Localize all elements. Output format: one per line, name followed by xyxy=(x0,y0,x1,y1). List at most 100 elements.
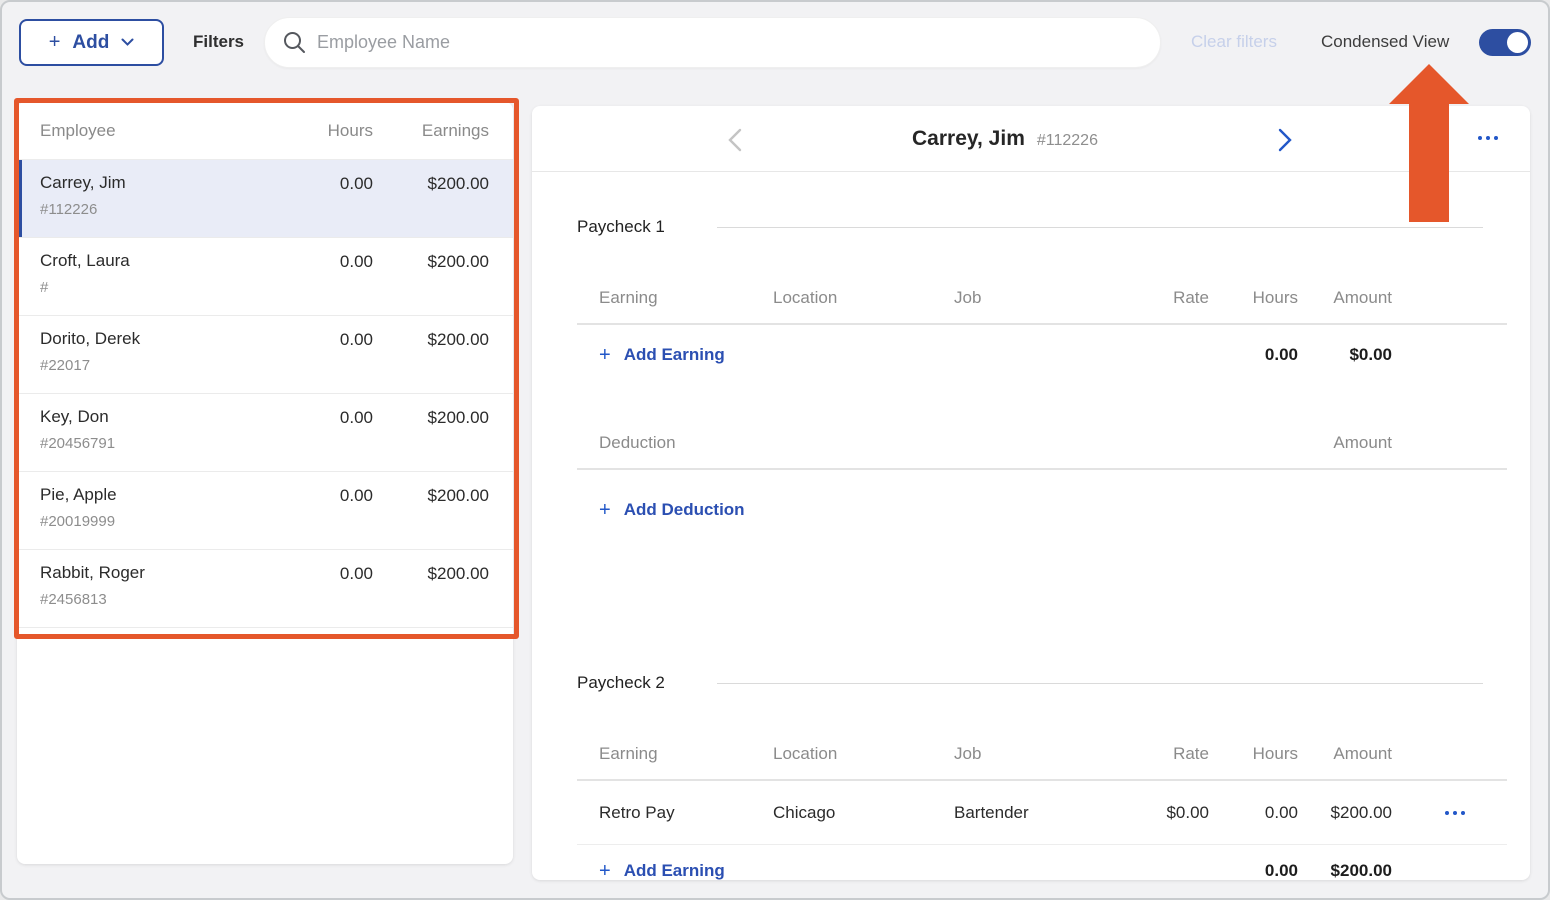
column-deduction: Deduction xyxy=(577,433,1298,453)
employee-name: Dorito, Derek xyxy=(40,329,140,348)
plus-icon: + xyxy=(599,344,611,367)
column-amount: Amount xyxy=(1298,744,1392,764)
chevron-left-icon xyxy=(728,128,742,152)
detail-body: Paycheck 1 Earning Location Job Rate Hou… xyxy=(532,212,1530,880)
detail-title: Carrey, Jim #112226 xyxy=(912,106,1098,172)
earning-row: Retro Pay Chicago Bartender $0.00 0.00 $… xyxy=(577,781,1507,845)
column-earnings: Earnings xyxy=(373,121,489,141)
paycheck1-deduction-header: Deduction Amount xyxy=(577,417,1507,470)
paycheck2-total-amount: $200.00 xyxy=(1298,861,1392,880)
add-button[interactable]: + Add xyxy=(19,19,164,66)
column-earning: Earning xyxy=(577,288,773,308)
column-job: Job xyxy=(954,288,1077,308)
column-hours: Hours xyxy=(1209,288,1298,308)
column-job: Job xyxy=(954,744,1077,764)
paycheck1-earning-header: Earning Location Job Rate Hours Amount xyxy=(577,272,1507,325)
column-amount: Amount xyxy=(1298,433,1392,453)
paycheck2-earning-header: Earning Location Job Rate Hours Amount xyxy=(577,728,1507,781)
employee-name: Carrey, Jim xyxy=(40,173,126,192)
employee-earnings: $200.00 xyxy=(373,407,489,428)
detail-header: Carrey, Jim #112226 xyxy=(532,106,1530,172)
add-earning-button[interactable]: + Add Earning xyxy=(577,344,1209,367)
add-button-label: Add xyxy=(72,32,109,54)
detail-employee-name: Carrey, Jim xyxy=(912,127,1025,151)
employee-row[interactable]: Carrey, Jim #112226 0.00 $200.00 xyxy=(17,160,513,238)
search-input[interactable] xyxy=(317,32,1140,53)
paycheck1-total-amount: $0.00 xyxy=(1298,345,1392,365)
employee-list-header: Employee Hours Earnings xyxy=(17,102,513,160)
column-amount: Amount xyxy=(1298,288,1392,308)
employee-id: # xyxy=(40,279,273,296)
paycheck2-title: Paycheck 2 xyxy=(577,673,665,693)
plus-icon: + xyxy=(49,31,61,54)
employee-row[interactable]: Key, Don #20456791 0.00 $200.00 xyxy=(17,394,513,472)
employee-id: #20019999 xyxy=(40,513,273,530)
employee-id: #112226 xyxy=(40,201,273,218)
filters-label: Filters xyxy=(193,32,244,52)
column-employee: Employee xyxy=(40,121,273,141)
employee-hours: 0.00 xyxy=(273,251,373,272)
more-options-icon xyxy=(1478,136,1482,140)
employee-name: Key, Don xyxy=(40,407,109,426)
employee-hours: 0.00 xyxy=(273,173,373,194)
paycheck1-deduction-row: + Add Deduction xyxy=(577,470,1507,550)
search-icon xyxy=(283,31,306,54)
plus-icon: + xyxy=(599,499,611,522)
employee-earnings: $200.00 xyxy=(373,251,489,272)
add-deduction-label: Add Deduction xyxy=(624,500,745,520)
chevron-down-icon xyxy=(121,38,134,47)
employee-earnings: $200.00 xyxy=(373,173,489,194)
paycheck1-title: Paycheck 1 xyxy=(577,217,665,237)
condensed-view-toggle[interactable] xyxy=(1479,29,1531,56)
paycheck1-total-hours: 0.00 xyxy=(1209,345,1298,365)
paycheck2-totals-row: + Add Earning 0.00 $200.00 xyxy=(577,845,1507,880)
more-options-button[interactable] xyxy=(1477,136,1499,140)
earning-row-menu-button[interactable] xyxy=(1392,811,1507,815)
employee-id: #2456813 xyxy=(40,591,273,608)
paycheck-detail-panel: Carrey, Jim #112226 Paycheck 1 Earning L… xyxy=(532,106,1530,880)
employee-hours: 0.00 xyxy=(273,485,373,506)
employee-earnings: $200.00 xyxy=(373,563,489,584)
employee-id: #22017 xyxy=(40,357,273,374)
employee-earnings: $200.00 xyxy=(373,329,489,350)
employee-row[interactable]: Croft, Laura # 0.00 $200.00 xyxy=(17,238,513,316)
employee-name: Pie, Apple xyxy=(40,485,117,504)
add-earning-label: Add Earning xyxy=(624,861,725,880)
employee-row[interactable]: Rabbit, Roger #2456813 0.00 $200.00 xyxy=(17,550,513,628)
earning-location: Chicago xyxy=(773,803,954,823)
column-location: Location xyxy=(773,288,954,308)
earning-name: Retro Pay xyxy=(577,803,773,823)
employee-row[interactable]: Dorito, Derek #22017 0.00 $200.00 xyxy=(17,316,513,394)
condensed-view-label: Condensed View xyxy=(1321,32,1449,52)
employee-hours: 0.00 xyxy=(273,563,373,584)
next-employee-button[interactable] xyxy=(1275,127,1295,153)
employee-hours: 0.00 xyxy=(273,407,373,428)
section-divider xyxy=(717,227,1483,228)
plus-icon: + xyxy=(599,860,611,881)
previous-employee-button[interactable] xyxy=(725,127,745,153)
column-hours: Hours xyxy=(273,121,373,141)
column-hours: Hours xyxy=(1209,744,1298,764)
section-divider xyxy=(717,683,1483,684)
earning-job: Bartender xyxy=(954,803,1077,823)
arrow-head xyxy=(1389,64,1469,104)
paycheck2-total-hours: 0.00 xyxy=(1209,861,1298,880)
earning-hours: 0.00 xyxy=(1209,803,1298,823)
add-deduction-button[interactable]: + Add Deduction xyxy=(577,499,1209,522)
add-earning-button[interactable]: + Add Earning xyxy=(577,860,1209,881)
column-rate: Rate xyxy=(1077,744,1209,764)
add-earning-label: Add Earning xyxy=(624,345,725,365)
employee-row[interactable]: Pie, Apple #20019999 0.00 $200.00 xyxy=(17,472,513,550)
paycheck1-totals-row: + Add Earning 0.00 $0.00 xyxy=(577,325,1507,385)
column-rate: Rate xyxy=(1077,288,1209,308)
column-earning: Earning xyxy=(577,744,773,764)
paycheck1-section-title: Paycheck 1 xyxy=(577,212,1507,242)
employee-hours: 0.00 xyxy=(273,329,373,350)
search-bar[interactable] xyxy=(264,17,1161,68)
employee-id: #20456791 xyxy=(40,435,273,452)
chevron-right-icon xyxy=(1278,128,1292,152)
detail-employee-id: #112226 xyxy=(1037,129,1098,150)
earning-rate: $0.00 xyxy=(1077,803,1209,823)
employee-earnings: $200.00 xyxy=(373,485,489,506)
clear-filters-button[interactable]: Clear filters xyxy=(1191,32,1277,52)
